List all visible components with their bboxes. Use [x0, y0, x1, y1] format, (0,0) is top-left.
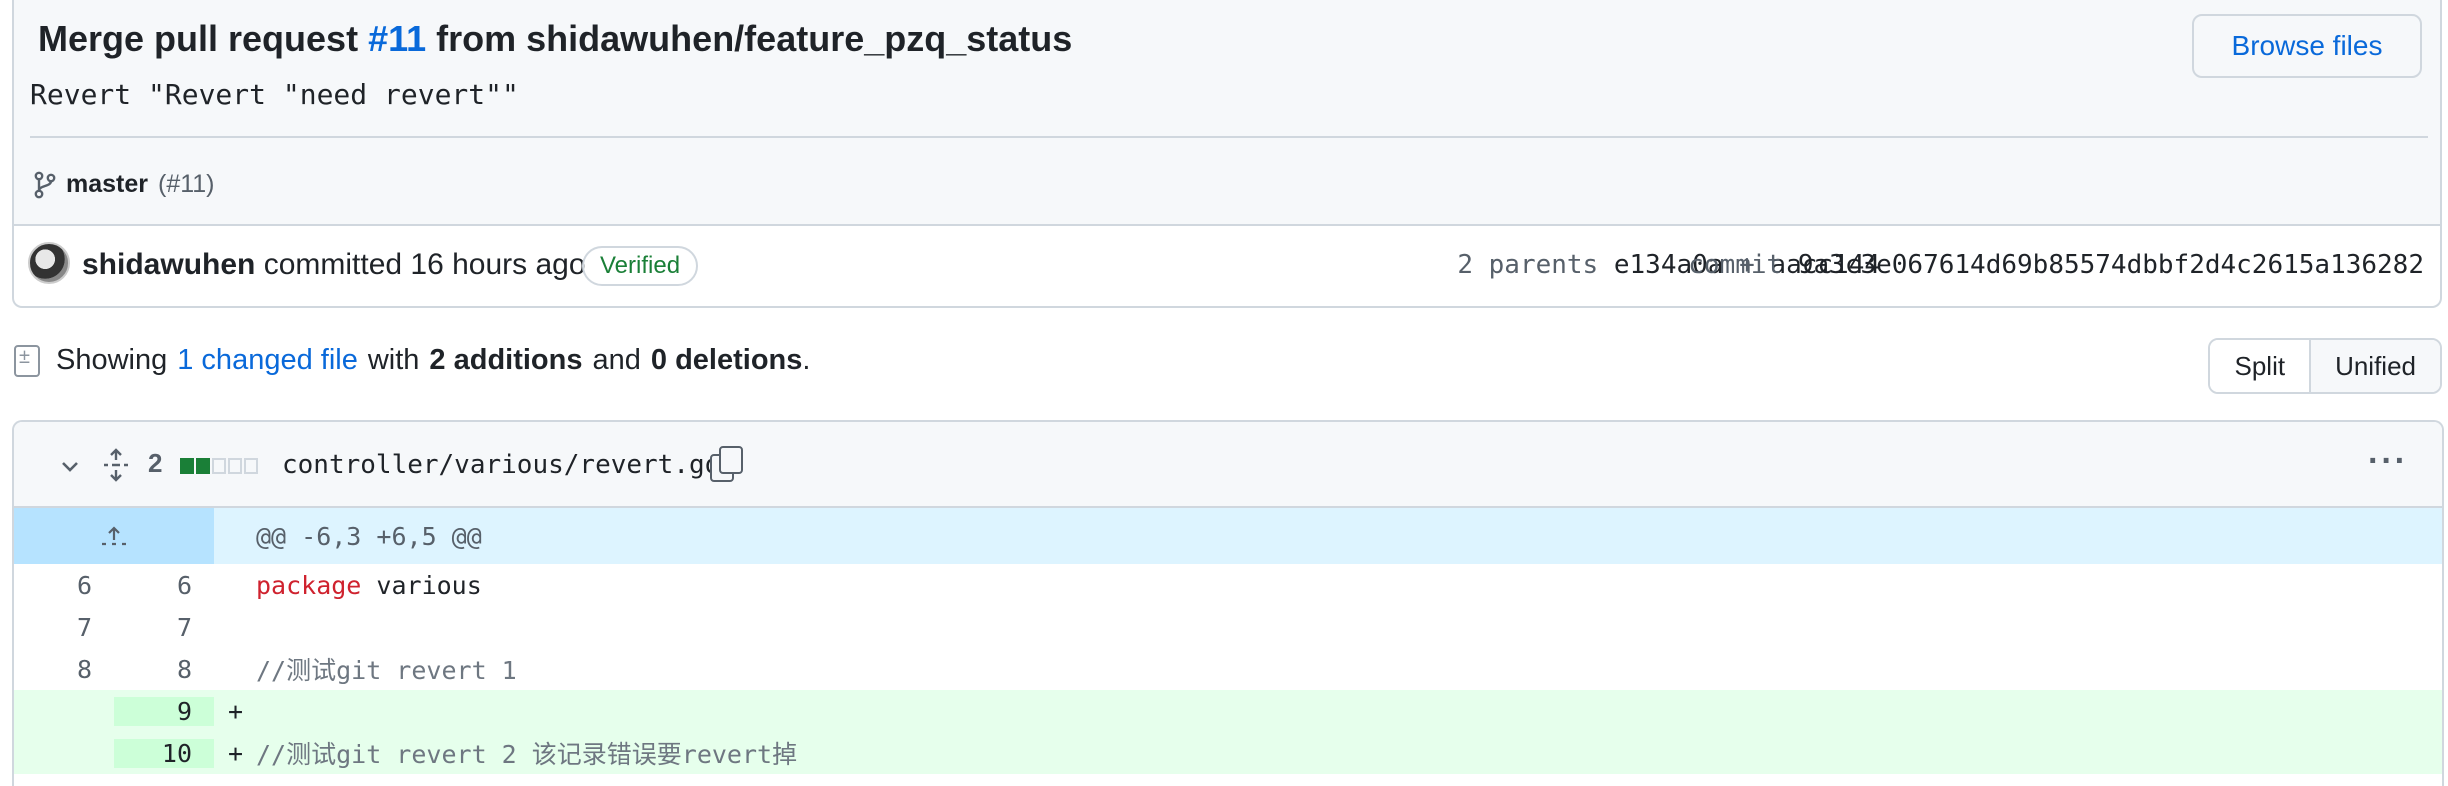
new-line-number[interactable]: 9 — [114, 696, 214, 726]
branch-name[interactable]: master — [66, 170, 148, 199]
file-header: 2 controller/various/revert.go ··· — [14, 422, 2442, 508]
code-comment: //测试git revert 2 该记录错误要revert掉 — [256, 740, 798, 769]
parents-label: 2 parents — [1457, 250, 1599, 280]
hunk-header-row: @@ -6,3 +6,5 @@ — [14, 508, 2442, 564]
commit-meta: shidawuhen committed 16 hours ago Verifi… — [14, 228, 2440, 306]
browse-files-button[interactable]: Browse files — [2192, 14, 2422, 78]
commit-title-suffix: from shidawuhen/feature_pzq_status — [426, 18, 1073, 59]
commit-sha-info: commit 9a3c3e067614d69b85574dbbf2d4c2615… — [1688, 250, 2424, 280]
commit-description: Revert "Revert "need revert"" — [30, 78, 519, 111]
git-branch-icon — [34, 171, 56, 198]
additions-count: 2 additions — [429, 344, 583, 376]
code-comment: //测试git revert 1 — [256, 656, 517, 685]
add-marker: + — [228, 696, 244, 726]
diff-view-toggle: Split Unified — [2208, 338, 2442, 394]
commit-header: Merge pull request #11 from shidawuhen/f… — [12, 0, 2442, 308]
summary-and: and — [592, 344, 641, 376]
file-diff-icon — [14, 344, 40, 377]
file-diff: 2 controller/various/revert.go ··· @@ -6… — [12, 420, 2444, 786]
diff-line: 7 7 — [14, 606, 2442, 648]
new-line-number[interactable]: 10 — [114, 738, 214, 768]
commit-sha: 9a3c3e067614d69b85574dbbf2d4c2615a136282 — [1797, 250, 2424, 280]
diff-table: @@ -6,3 +6,5 @@ 6 6 package various 7 7 … — [14, 508, 2442, 774]
commit-title-area: Merge pull request #11 from shidawuhen/f… — [14, 0, 2440, 226]
pr-link[interactable]: #11 — [368, 18, 426, 59]
kebab-horizontal-icon[interactable]: ··· — [2368, 442, 2408, 481]
author-link[interactable]: shidawuhen — [82, 248, 255, 281]
summary-showing: Showing — [56, 344, 168, 376]
fold-up-icon[interactable] — [14, 508, 214, 564]
old-line-number[interactable]: 8 — [14, 655, 114, 684]
add-marker: + — [228, 738, 244, 768]
deletions-count: 0 deletions — [650, 344, 803, 376]
unified-view-button[interactable]: Unified — [2309, 340, 2440, 392]
diffstat-bar — [180, 458, 258, 474]
summary-with: with — [367, 344, 420, 376]
commit-label: commit — [1688, 250, 1783, 280]
changed-files-link[interactable]: 1 changed file — [177, 344, 358, 377]
copy-icon[interactable] — [710, 446, 743, 482]
diff-summary: Showing 1 changed file with 2 additions … — [14, 344, 810, 377]
commit-title-prefix: Merge pull request — [38, 18, 369, 59]
verified-badge[interactable]: Verified — [582, 246, 699, 286]
line-code: package various — [214, 571, 482, 600]
avatar[interactable] — [28, 242, 70, 284]
diff-line: 8 8 //测试git revert 1 — [14, 648, 2442, 690]
diffstat-block — [180, 458, 194, 474]
diff-line: 6 6 package various — [14, 564, 2442, 606]
author-line: shidawuhen committed 16 hours ago — [82, 248, 586, 282]
file-path[interactable]: controller/various/revert.go — [282, 450, 720, 480]
line-code: //测试git revert 2 该记录错误要revert掉 — [242, 735, 797, 771]
old-line-number[interactable]: 7 — [14, 613, 114, 642]
unfold-icon[interactable] — [102, 448, 130, 482]
new-line-number[interactable]: 7 — [114, 613, 214, 642]
changes-count: 2 — [148, 448, 163, 478]
diff-line-added: 9 + — [14, 690, 2442, 732]
keyword: package — [256, 570, 362, 600]
committed-time: committed 16 hours ago — [255, 248, 586, 281]
split-view-button[interactable]: Split — [2210, 340, 2310, 392]
branch-pr[interactable]: (#11) — [158, 170, 215, 199]
old-line-number[interactable]: 6 — [14, 571, 114, 600]
divider — [30, 136, 2428, 138]
diffstat-block — [228, 458, 242, 474]
diffstat-block — [196, 458, 210, 474]
line-code: //测试git revert 1 — [214, 651, 517, 687]
chevron-down-icon[interactable] — [58, 454, 82, 478]
summary-period: . — [802, 344, 811, 376]
hunk-header: @@ -6,3 +6,5 @@ — [256, 521, 482, 551]
new-line-number[interactable]: 6 — [114, 571, 214, 600]
branch-info: master (#11) — [34, 170, 215, 199]
diffstat-block — [244, 458, 258, 474]
new-line-number[interactable]: 8 — [114, 655, 214, 684]
code-text: various — [361, 570, 482, 600]
commit-title: Merge pull request #11 from shidawuhen/f… — [38, 18, 1072, 60]
diff-line-added: 10 + //测试git revert 2 该记录错误要revert掉 — [14, 732, 2442, 774]
diffstat-block — [212, 458, 226, 474]
